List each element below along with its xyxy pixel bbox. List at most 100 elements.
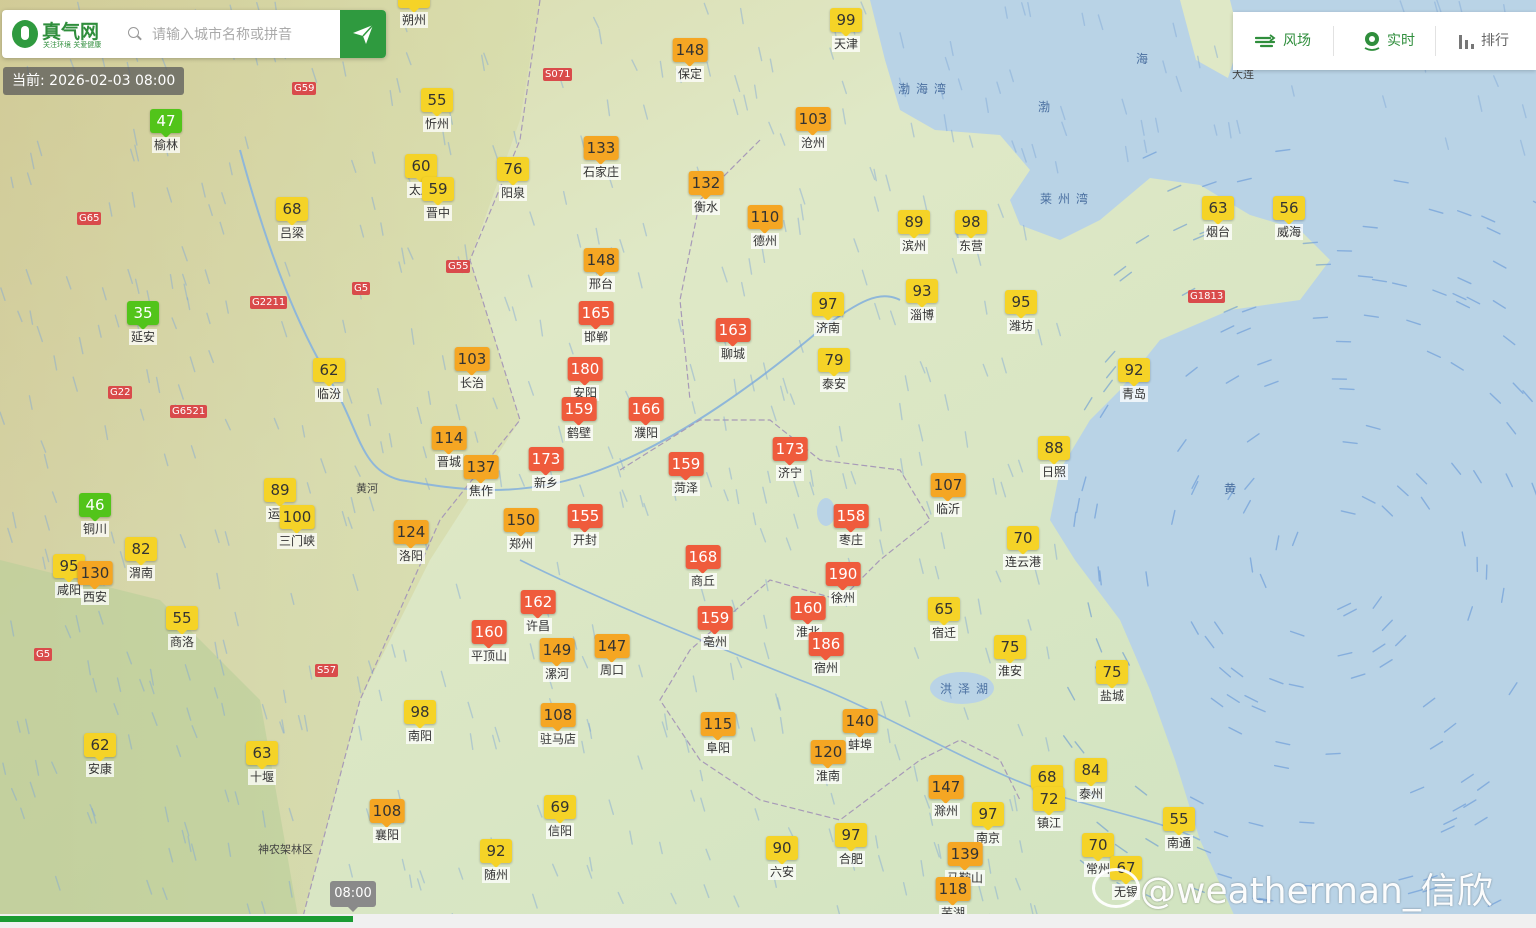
aqi-badge[interactable]: 160 <box>471 620 507 649</box>
site-logo[interactable]: 真气网 关注环境 关爱健康 <box>12 18 122 50</box>
aqi-badge[interactable]: 155 <box>567 504 603 533</box>
aqi-badge[interactable]: 173 <box>528 447 564 476</box>
aqi-badge[interactable]: 55 <box>1163 807 1195 836</box>
aqi-badge[interactable]: 166 <box>628 397 664 426</box>
bar-chart-icon <box>1459 35 1474 49</box>
aqi-badge[interactable]: 160 <box>790 596 826 625</box>
aqi-badge[interactable]: 124 <box>393 520 429 549</box>
aqi-badge[interactable]: 173 <box>772 437 808 466</box>
aqi-badge[interactable]: 72 <box>1033 787 1065 816</box>
aqi-badge[interactable]: 97 <box>972 802 1004 831</box>
road-sign: G22 <box>108 386 133 399</box>
city-search-input[interactable] <box>150 22 339 48</box>
aqi-badge[interactable]: 140 <box>842 709 878 738</box>
aqi-badge[interactable]: 159 <box>697 606 733 635</box>
timeline-bar[interactable] <box>0 914 1536 928</box>
aqi-badge[interactable]: 108 <box>540 703 576 732</box>
aqi-badge[interactable]: 68 <box>1031 765 1063 794</box>
aqi-badge[interactable]: 130 <box>77 561 113 590</box>
aqi-badge[interactable]: 190 <box>825 562 861 591</box>
aqi-badge[interactable]: 162 <box>520 590 556 619</box>
aqi-badge[interactable]: 114 <box>431 426 467 455</box>
aqi-badge[interactable]: 159 <box>668 452 704 481</box>
aqi-badge[interactable] <box>398 0 430 13</box>
aqi-badge[interactable]: 118 <box>935 877 971 906</box>
aqi-badge[interactable]: 92 <box>1118 358 1150 387</box>
aqi-badge[interactable]: 133 <box>583 136 619 165</box>
aqi-badge[interactable]: 150 <box>503 508 539 537</box>
aqi-badge[interactable]: 63 <box>246 741 278 770</box>
city-name-label: 盐城 <box>1097 688 1127 704</box>
aqi-badge[interactable]: 168 <box>685 545 721 574</box>
aqi-badge[interactable]: 186 <box>808 632 844 661</box>
realtime-button[interactable]: 实时 <box>1363 12 1415 70</box>
aqi-badge[interactable]: 148 <box>672 38 708 67</box>
aqi-badge[interactable]: 180 <box>567 357 603 386</box>
aqi-badge[interactable]: 55 <box>166 606 198 635</box>
city-name-label: 保定 <box>675 66 705 82</box>
city-name-label: 临沂 <box>933 501 963 517</box>
aqi-badge[interactable]: 59 <box>422 177 454 206</box>
aqi-badge[interactable]: 103 <box>795 107 831 136</box>
aqi-badge[interactable]: 84 <box>1075 758 1107 787</box>
aqi-badge[interactable]: 90 <box>766 836 798 865</box>
map-canvas[interactable] <box>0 0 1536 928</box>
map-label: 黄河 <box>356 482 378 495</box>
aqi-badge[interactable]: 69 <box>544 795 576 824</box>
aqi-badge[interactable]: 163 <box>715 318 751 347</box>
aqi-badge[interactable]: 89 <box>898 210 930 239</box>
aqi-badge[interactable]: 95 <box>1005 290 1037 319</box>
aqi-badge[interactable]: 100 <box>279 505 315 534</box>
aqi-badge[interactable]: 62 <box>84 733 116 762</box>
wind-field-button[interactable]: 风场 <box>1254 12 1311 70</box>
road-sign: G65 <box>77 212 102 225</box>
aqi-badge[interactable]: 55 <box>421 88 453 117</box>
city-name-label: 许昌 <box>523 618 553 634</box>
aqi-badge[interactable]: 70 <box>1007 526 1039 555</box>
aqi-badge[interactable]: 63 <box>1202 196 1234 225</box>
aqi-badge[interactable]: 60 <box>405 154 437 183</box>
aqi-badge[interactable]: 68 <box>276 197 308 226</box>
aqi-badge[interactable]: 147 <box>928 775 964 804</box>
aqi-badge[interactable]: 158 <box>833 504 869 533</box>
aqi-badge[interactable]: 139 <box>947 842 983 871</box>
aqi-badge[interactable]: 76 <box>497 157 529 186</box>
aqi-badge[interactable]: 120 <box>810 740 846 769</box>
aqi-badge[interactable]: 35 <box>127 301 159 330</box>
aqi-badge[interactable]: 159 <box>561 397 597 426</box>
aqi-badge[interactable]: 62 <box>313 358 345 387</box>
aqi-badge[interactable]: 97 <box>812 292 844 321</box>
aqi-badge[interactable]: 70 <box>1082 833 1114 862</box>
city-name-label: 平顶山 <box>468 648 510 664</box>
aqi-badge[interactable]: 89 <box>264 478 296 507</box>
search-submit-button[interactable] <box>340 10 386 58</box>
aqi-badge[interactable]: 98 <box>955 210 987 239</box>
aqi-badge[interactable]: 148 <box>583 248 619 277</box>
aqi-badge[interactable]: 147 <box>594 634 630 663</box>
aqi-badge[interactable]: 137 <box>463 455 499 484</box>
aqi-badge[interactable]: 99 <box>830 8 862 37</box>
aqi-badge[interactable]: 108 <box>369 799 405 828</box>
timeline-current-time[interactable]: 08:00 <box>330 881 376 912</box>
aqi-badge[interactable]: 88 <box>1038 436 1070 465</box>
aqi-badge[interactable]: 93 <box>906 279 938 308</box>
aqi-badge[interactable]: 149 <box>539 638 575 667</box>
aqi-badge[interactable]: 79 <box>818 348 850 377</box>
aqi-badge[interactable]: 132 <box>688 171 724 200</box>
aqi-badge[interactable]: 115 <box>700 712 736 741</box>
aqi-badge[interactable]: 98 <box>404 700 436 729</box>
aqi-badge[interactable]: 165 <box>578 301 614 330</box>
aqi-badge[interactable]: 46 <box>79 493 111 522</box>
aqi-badge[interactable]: 110 <box>747 205 783 234</box>
aqi-badge[interactable]: 97 <box>835 823 867 852</box>
aqi-badge[interactable]: 107 <box>930 473 966 502</box>
aqi-badge[interactable]: 47 <box>150 109 182 138</box>
ranking-button[interactable]: 排行 <box>1457 12 1509 70</box>
aqi-badge[interactable]: 92 <box>480 839 512 868</box>
aqi-badge[interactable]: 82 <box>125 537 157 566</box>
aqi-badge[interactable]: 75 <box>1096 660 1128 689</box>
aqi-badge[interactable]: 65 <box>928 597 960 626</box>
aqi-badge[interactable]: 103 <box>454 347 490 376</box>
aqi-badge[interactable]: 75 <box>994 635 1026 664</box>
aqi-badge[interactable]: 56 <box>1273 196 1305 225</box>
